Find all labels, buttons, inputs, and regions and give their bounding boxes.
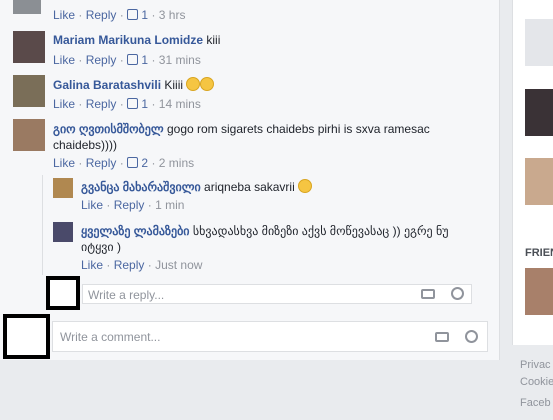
reply-text: ariqneba sakavrii	[204, 180, 295, 194]
user-avatar-placeholder	[46, 276, 80, 310]
avatar[interactable]	[13, 75, 45, 107]
comment-author[interactable]: Mariam Marikuna Lomidze	[53, 33, 203, 47]
like-link[interactable]: Like	[81, 198, 103, 212]
reply-author[interactable]: გვანცა მახარაშვილი	[81, 180, 201, 194]
reply-link[interactable]: Reply	[114, 198, 145, 212]
like-link[interactable]: Like	[81, 258, 103, 272]
right-sidebar: FRIEN	[512, 0, 553, 345]
footer-link-privacy[interactable]: Privac	[520, 357, 553, 374]
emoji-icon[interactable]	[451, 287, 464, 300]
comment-text: kiii	[206, 33, 221, 47]
friend-thumbnail[interactable]	[525, 158, 553, 205]
friends-heading: FRIEN	[525, 247, 553, 259]
footer-link-facebook[interactable]: Faceb	[520, 395, 553, 412]
comment-author[interactable]: Galina Baratashvili	[53, 78, 161, 92]
smile-emoji-icon	[186, 77, 201, 91]
like-link[interactable]: Like	[53, 8, 75, 22]
reply-thread-line	[42, 175, 43, 275]
emoji-icon[interactable]	[465, 330, 478, 343]
reply-link[interactable]: Reply	[86, 53, 117, 67]
comment-text: Kiiii	[164, 78, 184, 92]
friend-thumbnail[interactable]	[525, 89, 553, 136]
avatar[interactable]	[53, 178, 73, 198]
like-count[interactable]: 1	[141, 97, 148, 111]
camera-icon[interactable]	[435, 332, 449, 342]
timestamp[interactable]: 3 hrs	[159, 8, 186, 22]
friend-thumbnail[interactable]	[525, 268, 553, 315]
comment-author[interactable]: გიო ღვთისმშობელ	[53, 122, 164, 136]
like-count[interactable]: 2	[141, 156, 148, 170]
like-count-icon[interactable]	[127, 98, 139, 109]
comment-input-placeholder: Write a comment...	[60, 330, 161, 344]
like-count-icon[interactable]	[127, 54, 139, 65]
reply-link[interactable]: Reply	[86, 8, 117, 22]
like-count[interactable]: 1	[141, 8, 148, 22]
timestamp[interactable]: Just now	[155, 258, 202, 272]
smile-emoji-icon	[200, 77, 215, 91]
timestamp[interactable]: 31 mins	[159, 53, 201, 67]
avatar[interactable]	[13, 119, 45, 151]
reply-input-placeholder: Write a reply...	[88, 288, 165, 302]
reply-link[interactable]: Reply	[86, 156, 117, 170]
like-link[interactable]: Like	[53, 97, 75, 111]
camera-icon[interactable]	[421, 289, 435, 299]
smile-emoji-icon	[298, 179, 313, 193]
timestamp[interactable]: 1 min	[155, 198, 184, 212]
like-count[interactable]: 1	[141, 53, 148, 67]
comment-meta: Like · Reply · 1 · 3 hrs	[53, 8, 186, 22]
timestamp[interactable]: 2 mins	[159, 156, 194, 170]
reply-link[interactable]: Reply	[114, 258, 145, 272]
like-link[interactable]: Like	[53, 156, 75, 170]
like-link[interactable]: Like	[53, 53, 75, 67]
friend-thumbnail[interactable]	[525, 19, 553, 66]
like-count-icon[interactable]	[127, 9, 139, 20]
comment-input[interactable]: Write a comment...	[52, 321, 488, 352]
comment-meta: Like · Reply · 1 · 31 mins	[53, 53, 201, 67]
footer-links: Privac Cookie Faceb	[520, 357, 553, 412]
reply-meta: Like · Reply · 1 min	[81, 198, 185, 212]
reply-input[interactable]: Write a reply...	[82, 284, 472, 304]
footer-link-cookies[interactable]: Cookie	[520, 374, 553, 391]
like-count-icon[interactable]	[127, 157, 139, 168]
reply-author[interactable]: ყველაზე ლამაზები	[81, 224, 190, 238]
avatar[interactable]	[53, 222, 73, 242]
reply-meta: Like · Reply · Just now	[81, 258, 203, 272]
reply-link[interactable]: Reply	[86, 97, 117, 111]
comment-meta: Like · Reply · 2 · 2 mins	[53, 156, 195, 170]
avatar[interactable]	[13, 31, 45, 63]
comments-feed: Like · Reply · 1 · 3 hrs Mariam Marikuna…	[0, 0, 500, 360]
timestamp[interactable]: 14 mins	[159, 97, 201, 111]
comment-meta: Like · Reply · 1 · 14 mins	[53, 97, 201, 111]
user-avatar-placeholder	[3, 314, 50, 359]
avatar[interactable]	[13, 0, 41, 14]
